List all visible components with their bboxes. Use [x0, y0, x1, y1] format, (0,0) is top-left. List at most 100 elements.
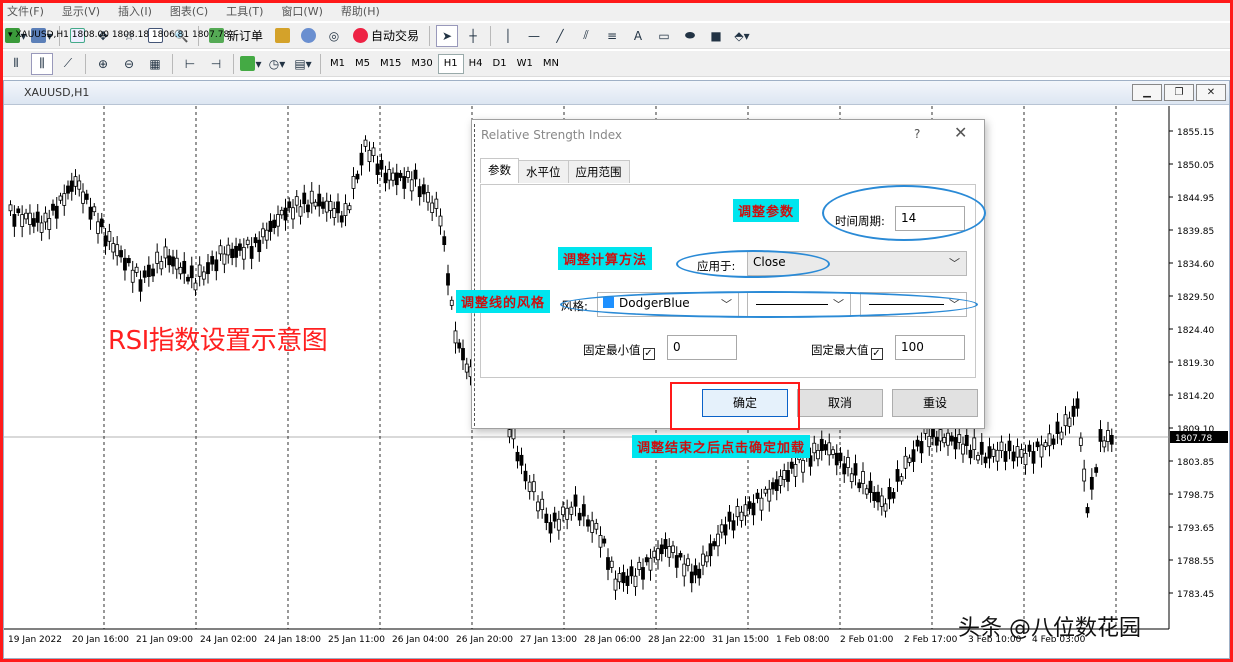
menu-window[interactable]: 窗口(W): [277, 3, 336, 21]
candle-body: [779, 476, 782, 485]
zoom-in-icon[interactable]: ⊕: [92, 53, 114, 75]
candle-body: [720, 525, 723, 532]
candle-body: [865, 489, 868, 494]
fixed-max-input[interactable]: 100: [895, 335, 965, 360]
dialog-tabs: 参数 水平位 应用范围: [480, 160, 629, 183]
candle-body: [352, 176, 355, 188]
candle-body: [108, 231, 111, 241]
menu-view[interactable]: 显示(V): [58, 3, 114, 21]
candle-body: [566, 508, 569, 519]
indicators-icon[interactable]: ▾: [240, 53, 262, 75]
timeframe-m1[interactable]: M1: [325, 54, 350, 74]
reset-button[interactable]: 重设: [892, 389, 978, 417]
time-tick-label: 27 Jan 13:00: [520, 635, 577, 645]
tab-levels[interactable]: 水平位: [518, 160, 569, 183]
menu-charts[interactable]: 图表(C): [166, 3, 222, 21]
candle-body: [595, 523, 598, 529]
time-tick-label: 26 Jan 04:00: [392, 635, 449, 645]
help-icon[interactable]: ?: [914, 127, 920, 141]
timeframe-m15[interactable]: M15: [375, 54, 406, 74]
timeframe-m5[interactable]: M5: [350, 54, 375, 74]
candle-body: [9, 205, 12, 211]
timeframe-h1[interactable]: H1: [438, 54, 464, 74]
timeframe-d1[interactable]: D1: [488, 54, 512, 74]
candle-body: [28, 213, 31, 224]
annotation-adjust-method: 调整计算方法: [558, 247, 652, 270]
tile-windows-icon[interactable]: ▦: [144, 53, 166, 75]
close-icon[interactable]: ✕: [954, 123, 967, 142]
candle-body: [63, 194, 66, 206]
candle-body: [702, 554, 705, 565]
minimize-button[interactable]: ▁: [1132, 84, 1162, 101]
signals-icon[interactable]: [297, 25, 319, 47]
auto-trading-button[interactable]: 自动交易: [349, 25, 423, 47]
vertical-line-icon[interactable]: │: [497, 25, 519, 47]
timeframe-w1[interactable]: W1: [512, 54, 538, 74]
time-tick-label: 26 Jan 20:00: [456, 635, 513, 645]
chart-shift-icon[interactable]: ⊢: [179, 53, 201, 75]
candle-body: [582, 505, 585, 516]
candle-body: [85, 194, 88, 199]
menu-tools[interactable]: 工具(T): [222, 3, 277, 21]
metaeditor-icon[interactable]: [271, 25, 293, 47]
candle-body: [1004, 451, 1007, 461]
fixed-max-checkbox[interactable]: ✓: [871, 348, 883, 360]
menu-file[interactable]: 文件(F): [3, 3, 58, 21]
bar-chart-icon[interactable]: ⫴: [5, 53, 27, 75]
candle-body: [820, 439, 823, 450]
candle-body: [89, 207, 92, 219]
chart-window-title: XAUUSD,H1: [24, 86, 89, 99]
menu-insert[interactable]: 插入(I): [114, 3, 166, 21]
watermark: 头条 @八位数花园: [958, 610, 1141, 642]
equidistant-channel-icon[interactable]: ⫽: [575, 25, 597, 47]
candle-body: [1064, 415, 1067, 426]
candle-body: [314, 202, 317, 206]
text-label-icon[interactable]: ▭: [653, 25, 675, 47]
candle-body: [950, 436, 953, 441]
zoom-out-icon[interactable]: ⊖: [118, 53, 140, 75]
trendline-icon[interactable]: ╱: [549, 25, 571, 47]
line-chart-icon[interactable]: ⟋: [57, 53, 79, 75]
autoscroll-icon[interactable]: ⊣: [205, 53, 227, 75]
candle-body: [679, 553, 682, 557]
candle-body: [904, 456, 907, 468]
restore-button[interactable]: ❐: [1164, 84, 1194, 101]
menu-help[interactable]: 帮助(H): [337, 3, 394, 21]
candle-body: [912, 450, 915, 462]
cancel-button[interactable]: 取消: [797, 389, 883, 417]
arrows-icon[interactable]: ⬘▾: [731, 25, 753, 47]
candle-body: [790, 462, 793, 468]
candle-body: [537, 502, 540, 511]
ellipse-icon[interactable]: ⬬: [679, 25, 701, 47]
candle-body: [977, 455, 980, 460]
candle-body: [238, 244, 241, 250]
market-icon[interactable]: ◎: [323, 25, 345, 47]
cursor-icon[interactable]: ➤: [436, 25, 458, 47]
candle-body: [431, 203, 434, 213]
candle-body: [112, 244, 115, 252]
text-icon[interactable]: A: [627, 25, 649, 47]
candle-body: [728, 512, 731, 521]
candlestick-icon[interactable]: ⫼: [31, 53, 53, 75]
tab-visualization[interactable]: 应用范围: [568, 160, 630, 183]
timeframe-m30[interactable]: M30: [406, 54, 437, 74]
timeframe-h4[interactable]: H4: [464, 54, 488, 74]
timeframe-mn[interactable]: MN: [538, 54, 564, 74]
fixed-min-checkbox[interactable]: ✓: [643, 348, 655, 360]
menu-bar: 文件(F) 显示(V) 插入(I) 图表(C) 工具(T) 窗口(W) 帮助(H…: [3, 3, 1230, 21]
crosshair-icon[interactable]: ┼: [462, 25, 484, 47]
candle-body: [211, 256, 214, 264]
templates-icon[interactable]: ▤▾: [292, 53, 314, 75]
rectangle-icon[interactable]: ■: [705, 25, 727, 47]
candle-body: [1068, 418, 1071, 426]
tab-parameters[interactable]: 参数: [480, 158, 519, 183]
candle-body: [1052, 439, 1055, 444]
candle-body: [607, 558, 610, 570]
fibonacci-icon[interactable]: ≡: [601, 25, 623, 47]
periods-icon[interactable]: ◷▾: [266, 53, 288, 75]
close-chart-button[interactable]: ✕: [1196, 84, 1226, 101]
fixed-min-input[interactable]: 0: [667, 335, 737, 360]
price-tick-label: 1819.30: [1177, 359, 1214, 369]
candle-body: [1056, 422, 1059, 434]
horizontal-line-icon[interactable]: —: [523, 25, 545, 47]
